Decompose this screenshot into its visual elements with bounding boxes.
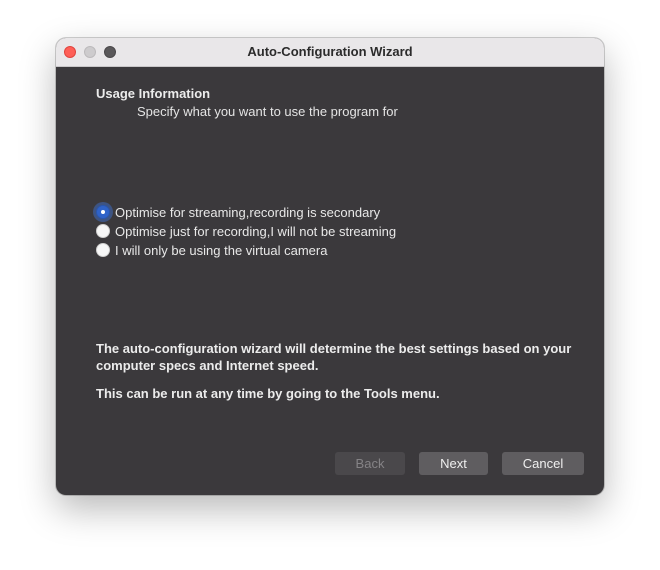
radio-button-icon[interactable] [96, 243, 110, 257]
wizard-content: Usage Information Specify what you want … [56, 67, 604, 495]
page-heading: Usage Information [96, 86, 211, 101]
info-text-tools-menu: This can be run at any time by going to … [96, 386, 440, 401]
title-bar[interactable]: Auto-Configuration Wizard [56, 38, 604, 67]
radio-option-streaming[interactable]: Optimise for streaming,recording is seco… [96, 203, 380, 221]
back-button[interactable]: Back [335, 452, 405, 475]
radio-option-label: Optimise for streaming,recording is seco… [115, 204, 381, 220]
cancel-button[interactable]: Cancel [502, 452, 584, 475]
page-subheading: Specify what you want to use the program… [137, 104, 398, 119]
radio-option-label: I will only be using the virtual camera [115, 242, 328, 258]
radio-option-label: Optimise just for recording,I will not b… [115, 223, 397, 239]
radio-option-recording[interactable]: Optimise just for recording,I will not b… [96, 222, 396, 240]
radio-option-virtual-camera[interactable]: I will only be using the virtual camera [96, 241, 327, 259]
info-text-wizard: The auto-configuration wizard will deter… [96, 341, 572, 373]
radio-button-checked-icon[interactable] [96, 205, 110, 219]
wizard-window: Auto-Configuration Wizard Usage Informat… [56, 38, 604, 495]
window-title: Auto-Configuration Wizard [247, 44, 413, 59]
next-button[interactable]: Next [419, 452, 488, 475]
radio-button-icon[interactable] [96, 224, 110, 238]
